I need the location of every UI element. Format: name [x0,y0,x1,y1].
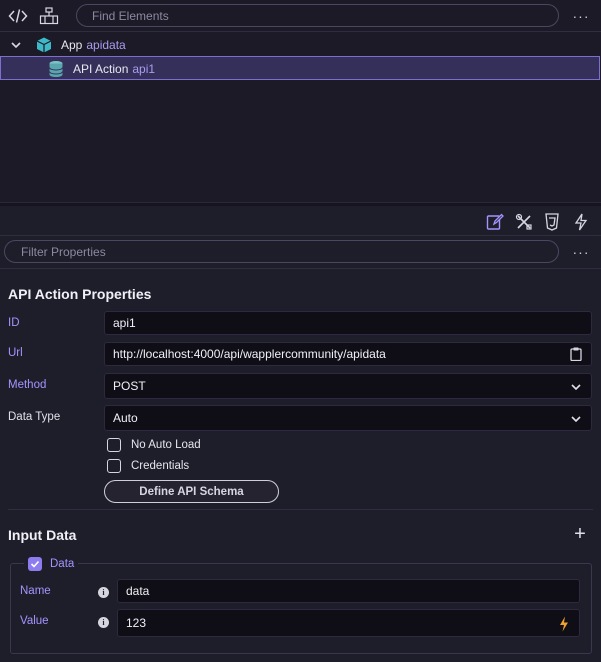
checkbox-checked-icon[interactable] [28,557,42,571]
name-value: data [126,584,150,598]
url-value: http://localhost:4000/api/wapplercommuni… [113,347,386,361]
properties-more-icon[interactable]: ··· [571,242,591,262]
id-field[interactable]: api1 [104,311,592,335]
lightning-icon[interactable] [559,616,569,635]
no-auto-load-checkbox[interactable]: No Auto Load [107,437,201,453]
value-field[interactable]: 123 [117,609,580,637]
chevron-down-icon[interactable] [10,39,22,54]
add-icon[interactable]: + [571,524,589,544]
name-label: Name [20,585,51,597]
tree-item-label: App [61,38,83,52]
filter-properties-input[interactable] [4,240,559,263]
value-value: 123 [126,616,147,630]
name-field[interactable]: data [117,579,580,603]
data-group-legend[interactable]: Data [24,556,79,572]
credentials-checkbox[interactable]: Credentials [107,458,189,474]
code-icon[interactable] [7,6,29,26]
data-type-label: Data Type [8,411,61,423]
method-value: POST [113,379,146,393]
checkbox-label: No Auto Load [131,439,201,451]
tree-item-app[interactable]: App apidata [0,34,601,56]
edit-icon[interactable] [485,212,505,232]
database-icon [48,60,64,81]
data-type-select[interactable]: Auto [104,405,592,431]
tools-icon[interactable] [514,212,534,232]
data-group-label: Data [50,558,75,570]
tree-item-id: api1 [132,62,156,76]
data-type-value: Auto [113,411,138,425]
structure-icon[interactable] [38,6,60,26]
tree-item-label: API Action [73,62,129,76]
checkbox-box[interactable] [107,438,121,452]
tree-item-api-action[interactable]: API Action api1 [0,56,600,80]
method-select[interactable]: POST [104,373,592,399]
info-icon: i [98,587,109,598]
url-field[interactable]: http://localhost:4000/api/wapplercommuni… [104,342,592,366]
info-icon: i [98,617,109,628]
checkbox-box[interactable] [107,459,121,473]
define-api-schema-button[interactable]: Define API Schema [104,480,279,503]
clipboard-icon[interactable] [569,347,583,361]
structure-toolbar: ··· [0,0,601,32]
divider [0,268,601,269]
url-label: Url [8,347,23,359]
app-structure-panel: ··· Appapidata API Actionapi1 [0,0,601,202]
css-icon[interactable] [542,212,562,232]
method-label: Method [8,379,47,391]
value-label: Value [20,615,49,627]
chevron-down-icon [569,412,583,426]
section-title-input-data: Input Data [8,527,77,543]
cube-icon [35,36,53,57]
id-label: ID [8,317,20,329]
more-options-icon[interactable]: ··· [571,6,591,26]
find-elements-input[interactable] [76,4,559,27]
divider [8,509,593,510]
id-value: api1 [113,316,136,330]
chevron-down-icon [569,380,583,394]
lightning-icon[interactable] [571,212,591,232]
properties-toolbar [0,206,601,236]
tree-item-id: apidata [86,38,126,52]
section-title-properties: API Action Properties [8,286,152,302]
checkbox-label: Credentials [131,460,190,472]
